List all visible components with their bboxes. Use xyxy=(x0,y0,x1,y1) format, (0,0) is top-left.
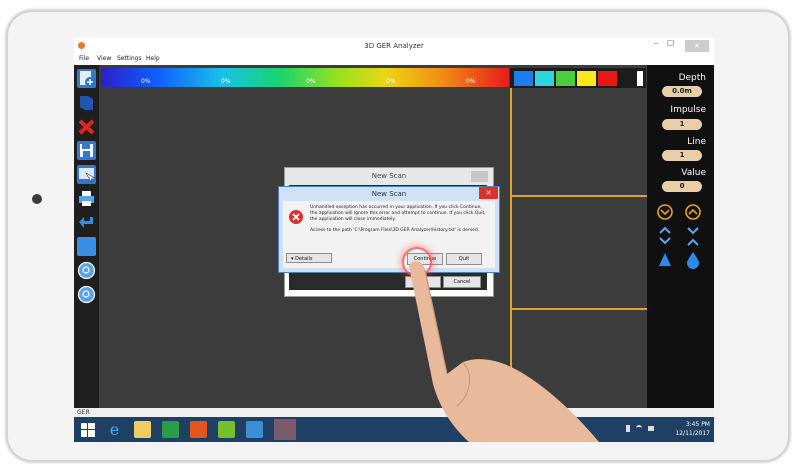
left-toolbar xyxy=(74,65,99,408)
circle-chevron-down-icon[interactable] xyxy=(657,204,673,220)
swatch-blue[interactable] xyxy=(514,71,533,86)
start-windows-icon[interactable] xyxy=(81,423,95,437)
screen-select-icon[interactable] xyxy=(77,165,97,184)
dialog-back-title: New Scan xyxy=(285,168,493,185)
value-value: 0 xyxy=(662,181,702,192)
undo-arrow-icon[interactable] xyxy=(77,213,96,232)
error-dialog-title: New Scan xyxy=(371,190,407,198)
save-icon[interactable] xyxy=(77,141,96,160)
minimize-button[interactable]: – xyxy=(654,39,658,48)
app-screen: 3D GER Analyzer – ☐ ✕ File View Settings… xyxy=(74,38,714,442)
color-scale-label: 0% xyxy=(386,78,396,85)
menu-help[interactable]: Help xyxy=(146,55,160,62)
clock-date[interactable]: 12/11/2017 xyxy=(662,430,710,437)
error-dialog-close-button[interactable]: ✕ xyxy=(479,187,498,199)
details-button[interactable]: ▾ Details xyxy=(286,253,332,263)
store-icon[interactable] xyxy=(162,421,179,438)
file-explorer-icon[interactable] xyxy=(134,421,151,438)
depth-value: 0.0m xyxy=(662,86,702,97)
collapse-icon[interactable] xyxy=(687,227,699,246)
color-swatches xyxy=(510,68,646,88)
blank-tool-icon[interactable] xyxy=(77,237,96,256)
error-path-message: Access to the path 'C:\Program Files\3D … xyxy=(310,228,480,233)
right-panel: Depth 0.0m Impulse 1 Line 1 Value 0 xyxy=(647,65,714,408)
volume-icon[interactable] xyxy=(648,426,654,431)
color-scale-bar: 0% 0% 0% 0% 0% xyxy=(101,68,509,87)
swatch-yellow[interactable] xyxy=(577,71,596,86)
zoom-out-icon[interactable] xyxy=(77,285,96,304)
new-scan-icon[interactable] xyxy=(77,69,96,88)
menu-settings[interactable]: Settings xyxy=(117,55,142,62)
open-book-icon[interactable] xyxy=(77,93,96,112)
expand-icon[interactable] xyxy=(659,226,671,245)
line-label: Line xyxy=(687,137,706,147)
status-text: GER xyxy=(77,409,90,416)
swatch-red[interactable] xyxy=(598,71,617,86)
impulse-value: 1 xyxy=(662,119,702,130)
dialog-back-close-button[interactable] xyxy=(471,171,488,182)
swatch-green[interactable] xyxy=(556,71,575,86)
color-scale-label: 0% xyxy=(141,78,151,85)
value-label: Value xyxy=(681,168,706,178)
title-bar: 3D GER Analyzer – ☐ ✕ xyxy=(74,38,714,54)
close-button[interactable]: ✕ xyxy=(685,40,709,52)
camtasia-recorder-icon[interactable] xyxy=(246,421,263,438)
internet-explorer-icon[interactable]: e xyxy=(106,421,123,438)
office-icon[interactable] xyxy=(190,421,207,438)
color-scale-label: 0% xyxy=(221,78,231,85)
triangle-up-icon[interactable] xyxy=(659,253,671,266)
circle-chevron-up-icon[interactable] xyxy=(685,204,701,220)
camtasia-icon[interactable] xyxy=(218,421,235,438)
color-scale-label: 0% xyxy=(466,78,476,85)
ger-analyzer-taskbar-icon[interactable] xyxy=(274,419,296,440)
depth-label: Depth xyxy=(678,73,706,83)
pointing-hand xyxy=(409,261,599,442)
delete-icon[interactable] xyxy=(77,117,96,136)
panel-controls xyxy=(657,204,701,269)
impulse-label: Impulse xyxy=(670,105,706,115)
swatch-white[interactable] xyxy=(637,71,643,86)
error-icon xyxy=(289,210,303,224)
battery-icon[interactable] xyxy=(626,425,630,432)
window-title: 3D GER Analyzer xyxy=(364,42,424,50)
swatch-cyan[interactable] xyxy=(535,71,554,86)
zoom-in-icon[interactable] xyxy=(77,261,96,280)
menu-bar: File View Settings Help xyxy=(74,54,714,65)
maximize-button[interactable]: ☐ xyxy=(667,39,674,48)
color-scale-label: 0% xyxy=(306,78,316,85)
tablet-camera xyxy=(32,194,42,204)
menu-view[interactable]: View xyxy=(97,55,111,62)
line-value: 1 xyxy=(662,150,702,161)
water-drop-icon[interactable] xyxy=(687,252,699,269)
print-icon[interactable] xyxy=(77,189,96,208)
error-message: Unhandled exception has occurred in your… xyxy=(310,205,486,222)
wifi-icon[interactable] xyxy=(636,425,642,432)
clock-time[interactable]: 3:45 PM xyxy=(662,421,710,428)
details-label: Details xyxy=(295,256,313,262)
menu-file[interactable]: File xyxy=(79,55,89,62)
grid-divider xyxy=(510,195,647,197)
